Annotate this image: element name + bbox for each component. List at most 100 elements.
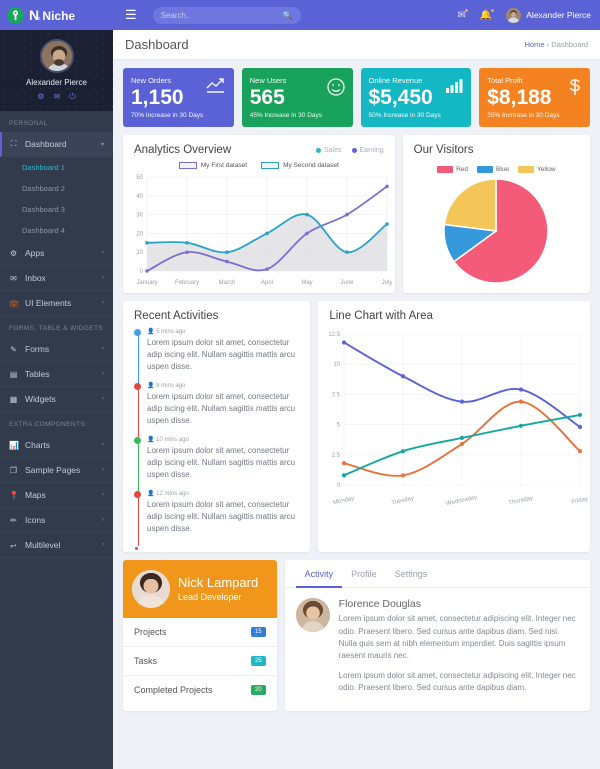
search-box[interactable]: 🔍 bbox=[152, 6, 301, 24]
avatar bbox=[506, 7, 522, 23]
power-icon[interactable]: ⏻ bbox=[69, 92, 75, 102]
svg-text:February: February bbox=[175, 280, 199, 286]
sidebar-subitem-dashboard-1[interactable]: Dashboard 1 bbox=[0, 157, 113, 178]
sidebar: Alexander Pierce ⚙ ✉ ⏻ PERSONAL ⛶ Dashbo… bbox=[0, 30, 113, 769]
mail-badge-dot bbox=[464, 8, 468, 12]
svg-text:0: 0 bbox=[140, 269, 144, 275]
bar-chart-icon bbox=[445, 78, 463, 94]
svg-text:July: July bbox=[382, 280, 393, 286]
profile-stat-row[interactable]: Completed Projects 20 bbox=[123, 676, 277, 704]
sidebar-item-label: Tables bbox=[25, 369, 50, 379]
hamburger-icon[interactable]: ☰ bbox=[125, 7, 137, 23]
sidebar-item-charts[interactable]: 📊 Charts ‹ bbox=[0, 433, 113, 458]
activity-list: 👤 5 mins ago Lorem ipsum dolor sit amet, … bbox=[123, 326, 310, 552]
stat-card-online-revenue[interactable]: Online Revenue $5,450 50% Increase in 30… bbox=[360, 68, 472, 128]
status-badge: 15 bbox=[250, 627, 266, 638]
sidebar-item-dashboard[interactable]: ⛶ Dashboard ▾ bbox=[0, 132, 113, 157]
sidebar-item-inbox[interactable]: ✉ Inbox ‹ bbox=[0, 266, 113, 291]
sidebar-item-tables[interactable]: ▤ Tables ‹ bbox=[0, 362, 113, 387]
sidebar-subitem-dashboard-4[interactable]: Dashboard 4 bbox=[0, 220, 113, 241]
svg-text:March: March bbox=[219, 280, 236, 286]
user-menu[interactable]: Alexander Pierce bbox=[506, 7, 591, 23]
stat-subtitle: 35% Increase in 30 Days bbox=[487, 112, 560, 120]
svg-text:Wednesday: Wednesday bbox=[446, 495, 478, 507]
dollar-icon bbox=[568, 78, 582, 96]
sidebar-item-maps[interactable]: 📍 Maps ‹ bbox=[0, 483, 113, 508]
analytics-line-chart: 0 10 20 30 40 50 January February March April May J… bbox=[123, 171, 395, 289]
breadcrumb: Home › Dashboard bbox=[525, 40, 588, 49]
activity-dot bbox=[134, 383, 141, 391]
chevron-left-icon: ‹ bbox=[102, 467, 104, 473]
stat-card-total-profit[interactable]: Total Profit $8,188 35% Increase in 30 D… bbox=[479, 68, 590, 128]
activity-text: Lorem ipsum dolor sit amet, consectetur … bbox=[147, 446, 296, 480]
breadcrumb-home[interactable]: Home bbox=[525, 40, 545, 49]
sidebar-item-icons[interactable]: ✏ Icons ‹ bbox=[0, 508, 113, 533]
brand-logo[interactable]: N o Niche bbox=[0, 6, 113, 24]
tab-activity[interactable]: Activity bbox=[295, 560, 343, 589]
stat-card-new-users[interactable]: New Users 565 45% Increase in 30 Days bbox=[241, 68, 353, 128]
svg-text:Monday: Monday bbox=[333, 496, 355, 506]
chevron-left-icon: ‹ bbox=[102, 300, 104, 306]
sidebar-profile: Alexander Pierce ⚙ ✉ ⏻ bbox=[0, 30, 113, 111]
dashboard-page: N o Niche ☰ 🔍 ✉ 🔔 Alexander Pierce bbox=[0, 0, 600, 769]
mail-icon[interactable]: ✉ bbox=[457, 8, 468, 21]
sidebar-item-ui-elements[interactable]: 💼 UI Elements ‹ bbox=[0, 291, 113, 316]
sidebar-item-apps[interactable]: ⚙ Apps ‹ bbox=[0, 241, 113, 266]
apps-icon: ⚙ bbox=[9, 248, 18, 258]
envelope-icon[interactable]: ✉ bbox=[54, 92, 61, 102]
activity-time: 👤 8 mins ago bbox=[147, 383, 186, 390]
profile-name: Nick Lampard bbox=[178, 574, 259, 590]
activity-dot bbox=[134, 491, 141, 499]
main-content: Dashboard Home › Dashboard New Orders 1,… bbox=[113, 30, 600, 769]
card-title: Our Visitors bbox=[413, 144, 474, 157]
stat-subtitle: 70% Increase in 30 Days bbox=[131, 112, 204, 120]
svg-text:10: 10 bbox=[136, 250, 143, 256]
inbox-icon: ✉ bbox=[10, 273, 17, 283]
profile-stat-row[interactable]: Tasks 25 bbox=[123, 647, 277, 677]
bell-icon[interactable]: 🔔 bbox=[480, 8, 495, 21]
activity-timeline-line bbox=[137, 440, 139, 493]
svg-text:June: June bbox=[340, 280, 354, 286]
svg-text:40: 40 bbox=[136, 194, 143, 200]
chevron-left-icon: ‹ bbox=[102, 442, 104, 448]
svg-text:20: 20 bbox=[136, 232, 143, 238]
activity-text: Lorem ipsum dolor sit amet, consectetur … bbox=[147, 500, 296, 534]
sidebar-item-widgets[interactable]: ▦ Widgets ‹ bbox=[0, 387, 113, 412]
line-chart-area-card: Line Chart with Area 0 2.5 5 7.5 10 12.5 Monda… bbox=[318, 301, 590, 553]
search-icon[interactable]: 🔍 bbox=[283, 11, 293, 20]
charts-icon: 📊 bbox=[9, 440, 19, 450]
sidebar-subitem-dashboard-3[interactable]: Dashboard 3 bbox=[0, 199, 113, 220]
sidebar-item-forms[interactable]: ✎ Forms ‹ bbox=[0, 337, 113, 362]
forms-icon: ✎ bbox=[10, 344, 17, 354]
smiley-icon bbox=[326, 78, 345, 96]
sidebar-subitem-dashboard-2[interactable]: Dashboard 2 bbox=[0, 178, 113, 199]
tab-profile[interactable]: Profile bbox=[342, 560, 386, 588]
stat-card-new-orders[interactable]: New Orders 1,150 70% Increase in 30 Days bbox=[123, 68, 234, 128]
sidebar-item-label: Charts bbox=[25, 440, 51, 450]
tab-settings[interactable]: Settings bbox=[386, 560, 437, 588]
gear-icon[interactable]: ⚙ bbox=[37, 92, 44, 102]
analytics-dataset-legend: My First dataset My Second dataset bbox=[123, 160, 395, 171]
profile-stat-row[interactable]: Projects 15 bbox=[123, 618, 277, 648]
pencil-icon: ✏ bbox=[10, 515, 17, 525]
tab-author-name: Florence Douglas bbox=[338, 598, 421, 611]
page-title: Dashboard bbox=[125, 37, 189, 52]
sidebar-item-sample-pages[interactable]: ❐ Sample Pages ‹ bbox=[0, 458, 113, 483]
chevron-left-icon: ‹ bbox=[102, 250, 104, 256]
svg-text:10: 10 bbox=[334, 362, 341, 368]
brand-superscript: o bbox=[37, 16, 41, 22]
svg-text:7.5: 7.5 bbox=[332, 393, 341, 399]
tab-paragraph-1: Lorem ipsum dolor sit amet, consectetur … bbox=[338, 614, 576, 661]
breadcrumb-separator: › bbox=[546, 40, 550, 49]
our-visitors-card: Our Visitors Red Blue Yellow bbox=[402, 135, 590, 294]
search-input[interactable] bbox=[160, 10, 283, 20]
status-badge: 25 bbox=[250, 656, 266, 667]
sidebar-section-forms: FORMS, TABLE & WIDGETS bbox=[9, 325, 104, 332]
pie-legend-red: Red bbox=[437, 166, 468, 174]
activity-text: Lorem ipsum dolor sit amet, consectetur … bbox=[147, 338, 296, 372]
activity-dot bbox=[134, 437, 141, 445]
ui-elements-icon: 💼 bbox=[9, 298, 19, 308]
activity-time: 👤 5 mins ago bbox=[147, 329, 186, 336]
sidebar-item-multilevel[interactable]: ⥅ Multilevel ‹ bbox=[0, 533, 113, 558]
top-navbar: N o Niche ☰ 🔍 ✉ 🔔 Alexander Pierce bbox=[0, 0, 600, 30]
